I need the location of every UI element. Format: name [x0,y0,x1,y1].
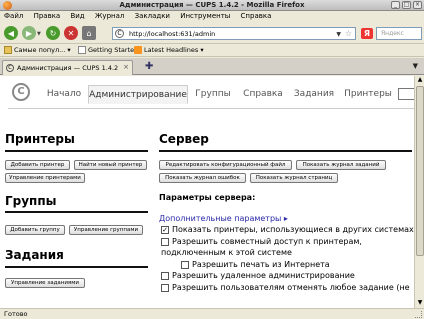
tab-list-icon[interactable]: ▼ [413,62,418,70]
scroll-up-icon[interactable]: ▲ [415,76,424,85]
cups-search-input[interactable] [398,88,414,100]
bookmark-getting-started[interactable]: Getting Started [78,46,138,54]
tab-classes[interactable]: Группы [190,85,236,104]
page-content: C Начало Администрирование Группы Справк… [0,76,414,308]
bookmark-most-visited[interactable]: Самые попул... ▾ [4,46,71,54]
manage-printers-button[interactable]: Управление принтерами [5,173,85,183]
server-settings-heading: Параметры сервера: [159,193,256,202]
close-window-button[interactable]: × [413,1,422,9]
menu-bar: Файл Правка Вид Журнал Закладки Инструме… [0,11,424,22]
forward-arrow-icon[interactable]: ▶ [22,26,36,40]
checkbox[interactable] [161,238,169,246]
tab-home[interactable]: Начало [42,85,86,104]
find-new-printer-button[interactable]: Найти новый принтер [74,160,147,170]
tab-help[interactable]: Справка [238,85,288,104]
site-identity-icon[interactable]: C [115,29,124,38]
menu-help[interactable]: Справка [237,11,276,21]
option-allow-internet-printing[interactable]: Разрешить печать из Интернета [181,260,330,269]
minimize-button[interactable]: _ [391,1,400,9]
reload-icon[interactable]: ↻ [46,26,60,40]
url-history-dropdown-icon[interactable]: ▼ [336,31,341,38]
window-titlebar: Администрация — CUPS 1.4.2 - Mozilla Fir… [0,0,424,11]
menu-history[interactable]: Журнал [91,11,128,21]
view-error-log-button[interactable]: Показать журнал ошибок [159,173,246,183]
status-text: Готово [4,310,28,318]
groups-divider [5,211,148,213]
close-tab-icon[interactable]: × [123,63,129,71]
menu-edit[interactable]: Правка [30,11,65,21]
folder-icon [4,46,12,54]
new-tab-icon[interactable]: ✚ [145,61,153,72]
manage-groups-button[interactable]: Управление группами [69,225,143,235]
bookmark-star-icon[interactable]: ☆ [345,29,352,38]
resize-grip-icon[interactable] [415,311,422,318]
option-remote-admin[interactable]: Разрешить удаленное администрирование [161,271,355,280]
browser-tab-label: Администрация — CUPS 1.4.2 [17,64,119,72]
advanced-settings-link[interactable]: Дополнительные параметры ▸ [159,214,288,223]
tab-administration[interactable]: Администрирование [88,85,188,104]
cups-favicon-icon: C [6,64,14,72]
menu-view[interactable]: Вид [66,11,88,21]
url-text[interactable]: http://localhost:631/admin [129,30,215,38]
jobs-divider [5,266,148,268]
menu-tools[interactable]: Инструменты [176,11,234,21]
page-icon [78,46,86,54]
add-printer-button[interactable]: Добавить принтер [5,160,70,170]
back-arrow-icon[interactable]: ◀ [4,26,18,40]
server-divider [159,150,412,152]
server-heading: Сервер [159,132,209,146]
groups-heading: Группы [5,194,57,208]
tab-jobs[interactable]: Задания [290,85,338,104]
stop-icon[interactable]: ✕ [64,26,78,40]
bookmark-latest-headlines[interactable]: Latest Headlines ▾ [134,46,204,54]
manage-jobs-button[interactable]: Управление заданиями [5,278,85,288]
url-bar[interactable]: C http://localhost:631/admin ▼ ☆ [112,27,356,40]
checkbox[interactable]: ✓ [161,226,169,234]
browser-tab[interactable]: C Администрация — CUPS 1.4.2 × [2,60,133,75]
cups-logo-icon[interactable]: C [12,83,30,101]
home-icon[interactable]: ⌂ [82,26,96,40]
vertical-scrollbar[interactable]: ▲ ▼ [414,76,424,308]
bookmarks-toolbar: Самые попул... ▾ Getting Started Latest … [0,45,424,57]
jobs-heading: Задания [5,248,64,262]
option-share-printers[interactable]: Разрешить совместный доступ к принтерам, [161,237,362,246]
checkbox[interactable] [161,272,169,280]
history-dropdown-icon[interactable]: ▼ [37,31,41,37]
scroll-down-icon[interactable]: ▼ [415,299,424,308]
search-placeholder: Яндекс [381,30,404,37]
maximize-button[interactable]: □ [402,1,411,9]
menu-file[interactable]: Файл [0,11,27,21]
edit-config-button[interactable]: Редактировать конфигурационный файл [159,160,292,170]
checkbox[interactable] [181,261,189,269]
browser-tab-bar: C Администрация — CUPS 1.4.2 × ✚ ▼ [0,58,424,75]
rss-icon [134,46,142,54]
menu-bookmarks[interactable]: Закладки [131,11,174,21]
search-engine-icon[interactable]: Я [361,28,373,39]
search-input[interactable]: Яндекс [376,27,422,40]
printers-heading: Принтеры [5,132,75,146]
printers-divider [5,150,148,152]
tab-printers[interactable]: Принтеры [340,85,396,104]
option-share-printers-line2: подключенным к этой системе [161,248,292,257]
navigation-toolbar: ◀ ▶ ▼ ↻ ✕ ⌂ C http://localhost:631/admin… [0,22,424,44]
status-bar: Готово [0,308,424,319]
scrollbar-thumb[interactable] [416,86,424,256]
checkbox[interactable] [161,284,169,292]
view-page-log-button[interactable]: Показать журнал страниц [250,173,338,183]
add-group-button[interactable]: Добавить группу [5,225,65,235]
view-access-log-button[interactable]: Показать журнал заданий [296,160,386,170]
option-show-shared-printers[interactable]: ✓ Показать принтеры, использующиеся в др… [161,225,414,234]
window-title: Администрация — CUPS 1.4.2 - Mozilla Fir… [119,1,305,9]
option-user-cancel-any[interactable]: Разрешить пользователям отменять любое з… [161,283,410,292]
